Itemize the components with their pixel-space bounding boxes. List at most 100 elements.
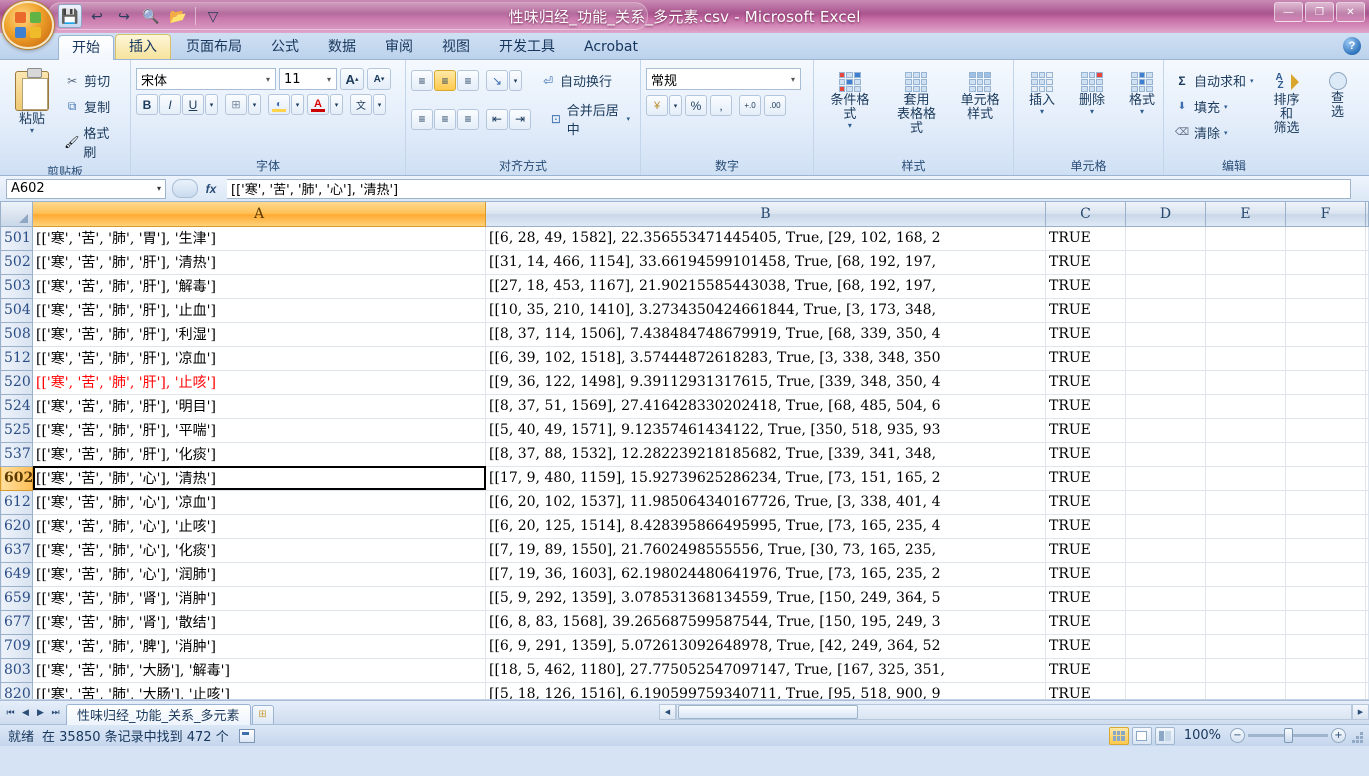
cell-c[interactable]: TRUE	[1045, 394, 1126, 419]
cell-b[interactable]: [[9, 36, 122, 1498], 9.39112931317615, T…	[485, 370, 1046, 395]
cell-b[interactable]: [[6, 28, 49, 1582], 22.356553471445405, …	[485, 226, 1046, 251]
table-row[interactable]: 503 [['寒', '苦', '肺', '肝'], '解毒'] [[27, 18,…	[0, 274, 1369, 299]
wrap-text-button[interactable]: ⏎ 自动换行	[535, 68, 617, 93]
cell-styles-button[interactable]: 单元格 样式	[952, 68, 1008, 126]
chevron-down-icon[interactable]: ▾	[848, 122, 852, 130]
cell-f[interactable]	[1285, 490, 1366, 515]
row-header[interactable]: 612	[0, 490, 33, 515]
cell-d[interactable]	[1125, 610, 1206, 635]
cell-c[interactable]: TRUE	[1045, 370, 1126, 395]
cell-e[interactable]	[1205, 634, 1286, 659]
decrease-decimal-button[interactable]: .00	[764, 95, 786, 116]
orientation-chevron-icon[interactable]: ▾	[509, 70, 522, 91]
grow-font-button[interactable]: A ▴	[340, 68, 364, 90]
chevron-down-icon[interactable]: ▾	[1224, 129, 1228, 137]
cell-a[interactable]: [['寒', '苦', '肺', '肝'], '清热']	[32, 250, 486, 275]
cell-d[interactable]	[1125, 490, 1206, 515]
cell-a[interactable]: [['寒', '苦', '肺', '肝'], '利湿']	[32, 322, 486, 347]
cell-c[interactable]: TRUE	[1045, 322, 1126, 347]
cell-a[interactable]: [['寒', '苦', '肺', '肝'], '明目']	[32, 394, 486, 419]
tab-formulas[interactable]: 公式	[257, 34, 313, 59]
fill-color-button[interactable]: ◐	[268, 94, 290, 115]
cell-e[interactable]	[1205, 538, 1286, 563]
cell-b[interactable]: [[6, 39, 102, 1518], 3.57444872618283, T…	[485, 346, 1046, 371]
view-page-break-button[interactable]	[1154, 726, 1175, 745]
accounting-chevron-icon[interactable]: ▾	[669, 95, 682, 116]
percent-format-button[interactable]: %	[685, 95, 707, 116]
cell-d[interactable]	[1125, 442, 1206, 467]
cell-f[interactable]	[1285, 682, 1366, 700]
last-sheet-icon[interactable]: ⏭	[49, 707, 62, 718]
font-color-button[interactable]: A	[307, 94, 329, 115]
cell-a[interactable]: [['寒', '苦', '肺', '心'], '润肺']	[32, 562, 486, 587]
cell-a[interactable]: [['寒', '苦', '肺', '胃'], '生津']	[32, 226, 486, 251]
resize-grip[interactable]	[1349, 729, 1363, 743]
horizontal-scrollbar[interactable]: ◀ ▶	[659, 703, 1369, 721]
accounting-format-button[interactable]: ¥	[646, 95, 668, 116]
table-row[interactable]: 612 [['寒', '苦', '肺', '心'], '凉血'] [[6, 20, …	[0, 490, 1369, 515]
insert-cells-button[interactable]: 插入 ▾	[1019, 68, 1065, 119]
row-header-selected[interactable]: 602	[0, 466, 33, 491]
tab-home[interactable]: 开始	[58, 35, 114, 60]
cell-b[interactable]: [[7, 19, 36, 1603], 62.198024480641976, …	[485, 562, 1046, 587]
cell-c[interactable]: TRUE	[1045, 658, 1126, 683]
row-header[interactable]: 504	[0, 298, 33, 323]
cell-d[interactable]	[1125, 466, 1206, 491]
cell-g[interactable]	[1365, 226, 1369, 251]
table-row[interactable]: 820 [['寒', '苦', '肺', '大肠'], '止咳'] [[5, 18,…	[0, 682, 1369, 700]
cell-e[interactable]	[1205, 514, 1286, 539]
select-all-button[interactable]	[0, 202, 33, 227]
format-as-table-button[interactable]: 套用 表格格式	[885, 68, 949, 140]
table-row[interactable]: 524 [['寒', '苦', '肺', '肝'], '明目'] [[8, 37, …	[0, 394, 1369, 419]
borders-button[interactable]: ⊞	[225, 94, 247, 115]
cell-g[interactable]	[1365, 346, 1369, 371]
scroll-left-icon[interactable]: ◀	[659, 704, 676, 720]
row-header[interactable]: 620	[0, 514, 33, 539]
orientation-button[interactable]: ↘	[486, 70, 508, 91]
cell-f[interactable]	[1285, 610, 1366, 635]
align-bottom-button[interactable]: ≡	[457, 70, 479, 91]
cell-b[interactable]: [[8, 37, 51, 1569], 27.416428330202418, …	[485, 394, 1046, 419]
cell-b[interactable]: [[6, 20, 125, 1514], 8.428395866495995, …	[485, 514, 1046, 539]
cell-c[interactable]: TRUE	[1045, 418, 1126, 443]
shrink-font-button[interactable]: A ▾	[367, 68, 391, 90]
chevron-down-icon[interactable]: ▾	[263, 75, 273, 84]
record-macro-icon[interactable]	[238, 728, 255, 743]
cell-e[interactable]	[1205, 658, 1286, 683]
comma-format-button[interactable]: ,	[710, 95, 732, 116]
conditional-formatting-button[interactable]: 条件格式 ▾	[819, 68, 881, 133]
cell-g[interactable]	[1365, 538, 1369, 563]
cell-f[interactable]	[1285, 370, 1366, 395]
underline-chevron-icon[interactable]: ▾	[205, 94, 218, 115]
number-format-combo[interactable]: 常规 ▾	[646, 68, 801, 90]
new-sheet-icon[interactable]: ⊞	[251, 704, 274, 724]
cell-g[interactable]	[1365, 274, 1369, 299]
table-row[interactable]: 637 [['寒', '苦', '肺', '心'], '化痰'] [[7, 19, …	[0, 538, 1369, 563]
cell-b[interactable]: [[8, 37, 88, 1532], 12.282239218185682, …	[485, 442, 1046, 467]
row-header[interactable]: 649	[0, 562, 33, 587]
cell-e[interactable]	[1205, 466, 1286, 491]
chevron-down-icon[interactable]: ▾	[1090, 108, 1094, 116]
cell-e[interactable]	[1205, 418, 1286, 443]
cell-f[interactable]	[1285, 538, 1366, 563]
insert-function-icon[interactable]: fx	[201, 179, 221, 199]
cell-f[interactable]	[1285, 322, 1366, 347]
chevron-down-icon[interactable]: ▾	[1250, 77, 1254, 85]
borders-chevron-icon[interactable]: ▾	[248, 94, 261, 115]
window-controls[interactable]: — ❐ ✕	[1274, 2, 1365, 22]
column-header-c[interactable]: C	[1045, 202, 1126, 227]
chevron-down-icon[interactable]: ▾	[1140, 108, 1144, 116]
cell-a[interactable]: [['寒', '苦', '肺', '心'], '凉血']	[32, 490, 486, 515]
cell-f[interactable]	[1285, 658, 1366, 683]
cell-b[interactable]: [[8, 37, 114, 1506], 7.438484748679919, …	[485, 322, 1046, 347]
row-header[interactable]: 503	[0, 274, 33, 299]
cell-g[interactable]	[1365, 322, 1369, 347]
tab-view[interactable]: 视图	[428, 34, 484, 59]
cell-a[interactable]: [['寒', '苦', '肺', '大肠'], '解毒']	[32, 658, 486, 683]
cell-e[interactable]	[1205, 394, 1286, 419]
row-header[interactable]: 520	[0, 370, 33, 395]
cell-e[interactable]	[1205, 274, 1286, 299]
copy-button[interactable]: ⧉ 复制	[59, 94, 125, 119]
cell-d[interactable]	[1125, 658, 1206, 683]
column-header-g[interactable]	[1365, 202, 1369, 227]
